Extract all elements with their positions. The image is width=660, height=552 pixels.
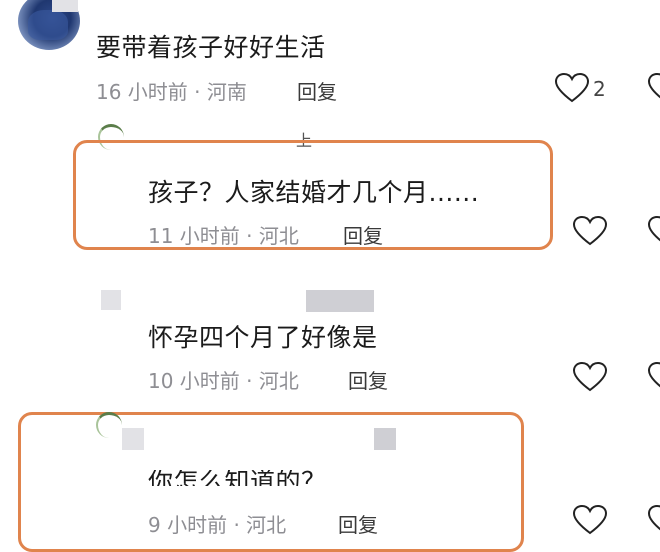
comment-time: 10 小时前 [148, 369, 240, 393]
comment-time: 11 小时前 [148, 224, 240, 248]
comment-location: 河北 [258, 369, 299, 393]
comment-text: 要带着孩子好好生活 [96, 33, 326, 62]
comment-location: 河北 [246, 513, 287, 537]
blurred-username [374, 428, 396, 450]
heart-icon[interactable] [648, 73, 660, 103]
comment-meta: 16 小时前 · 河南 [96, 76, 247, 105]
meta-separator: · [246, 224, 253, 248]
heart-icon[interactable] [573, 362, 607, 392]
heart-icon[interactable] [555, 73, 589, 103]
comment-meta: 10 小时前 · 河北 [148, 365, 299, 394]
heart-icon[interactable] [573, 216, 607, 246]
blurred-username [122, 428, 144, 450]
heart-icon[interactable] [648, 505, 660, 535]
meta-separator: · [246, 369, 253, 393]
heart-icon[interactable] [648, 216, 660, 246]
comment-text: 孩子？人家结婚才几个月...... [148, 178, 480, 207]
reply-button[interactable]: 回复 [343, 220, 383, 249]
comment-text: 怀孕四个月了好像是 [148, 323, 378, 352]
comment-meta: 9 小时前 · 河北 [148, 509, 286, 538]
meta-separator: · [233, 513, 240, 537]
avatar[interactable] [101, 290, 121, 310]
reply-button[interactable]: 回复 [338, 509, 378, 538]
comment-location: 河北 [258, 224, 299, 248]
meta-separator: · [194, 80, 201, 104]
comment-location: 河南 [206, 80, 247, 104]
comment-meta: 11 小时前 · 河北 [148, 220, 299, 249]
comment-time: 9 小时前 [148, 513, 228, 537]
heart-icon[interactable] [573, 505, 607, 535]
text-overlap-mask [140, 456, 400, 470]
blurred-username [306, 290, 374, 312]
reply-button[interactable]: 回复 [348, 365, 388, 394]
like-count: 2 [593, 77, 606, 101]
avatar[interactable] [96, 412, 122, 438]
blurred-username [52, 0, 78, 12]
reply-button[interactable]: 回复 [297, 76, 337, 105]
heart-icon[interactable] [648, 362, 660, 392]
comment-time: 16 小时前 [96, 80, 188, 104]
